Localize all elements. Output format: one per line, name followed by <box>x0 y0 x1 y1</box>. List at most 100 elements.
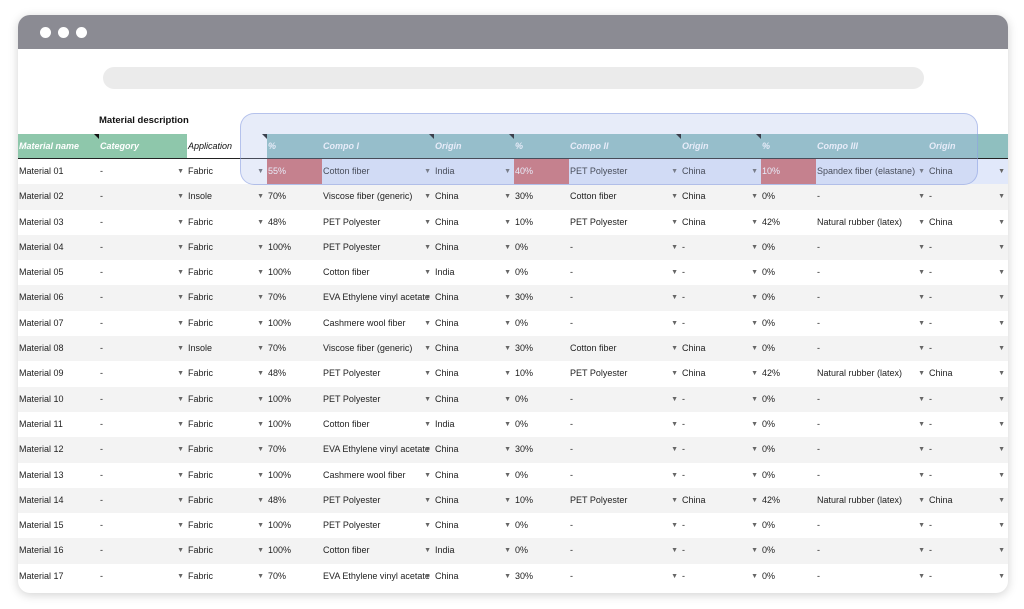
cell-application[interactable]: Insole ▼ <box>187 184 267 209</box>
cell-category[interactable]: - ▼ <box>99 210 187 235</box>
cell-origin-2[interactable]: China ▼ <box>681 488 761 513</box>
dropdown-caret-icon[interactable]: ▼ <box>177 210 184 235</box>
cell-material-name[interactable]: Material 06 <box>18 285 99 310</box>
cell-compo-2[interactable]: - ▼ <box>569 311 681 336</box>
cell-origin-1[interactable]: China ▼ <box>434 235 514 260</box>
dropdown-caret-icon[interactable]: ▼ <box>424 437 431 462</box>
dropdown-caret-icon[interactable]: ▼ <box>177 564 184 589</box>
dropdown-caret-icon[interactable]: ▼ <box>257 285 264 310</box>
cell-origin-1[interactable]: China ▼ <box>434 285 514 310</box>
dropdown-caret-icon[interactable]: ▼ <box>751 513 758 538</box>
dropdown-caret-icon[interactable]: ▼ <box>671 412 678 437</box>
cell-percent-3[interactable]: 42% <box>761 210 816 235</box>
dropdown-caret-icon[interactable]: ▼ <box>998 513 1005 538</box>
cell-percent-2[interactable]: 10% <box>514 488 569 513</box>
cell-origin-3[interactable]: - ▼ <box>928 387 1008 412</box>
dropdown-caret-icon[interactable]: ▼ <box>751 361 758 386</box>
cell-percent-2[interactable]: 0% <box>514 260 569 285</box>
cell-percent-3[interactable]: 0% <box>761 412 816 437</box>
dropdown-caret-icon[interactable]: ▼ <box>918 437 925 462</box>
dropdown-caret-icon[interactable]: ▼ <box>177 260 184 285</box>
cell-material-name[interactable]: Material 09 <box>18 361 99 386</box>
dropdown-caret-icon[interactable]: ▼ <box>504 210 511 235</box>
cell-percent-3[interactable]: 0% <box>761 437 816 462</box>
cell-compo-1[interactable]: Cashmere wool fiber ▼ <box>322 311 434 336</box>
cell-category[interactable]: - ▼ <box>99 513 187 538</box>
cell-origin-2[interactable]: - ▼ <box>681 463 761 488</box>
cell-origin-1[interactable]: China ▼ <box>434 311 514 336</box>
cell-application[interactable]: Fabric ▼ <box>187 412 267 437</box>
cell-percent-3[interactable]: 10% <box>761 159 816 185</box>
dropdown-caret-icon[interactable]: ▼ <box>177 235 184 260</box>
dropdown-caret-icon[interactable]: ▼ <box>177 387 184 412</box>
cell-percent-3[interactable]: 0% <box>761 184 816 209</box>
cell-application[interactable]: Fabric ▼ <box>187 387 267 412</box>
dropdown-caret-icon[interactable]: ▼ <box>257 412 264 437</box>
dropdown-caret-icon[interactable]: ▼ <box>671 285 678 310</box>
dropdown-caret-icon[interactable]: ▼ <box>504 463 511 488</box>
dropdown-caret-icon[interactable]: ▼ <box>504 513 511 538</box>
cell-percent-2[interactable]: 0% <box>514 538 569 563</box>
dropdown-caret-icon[interactable]: ▼ <box>424 564 431 589</box>
dropdown-caret-icon[interactable]: ▼ <box>177 488 184 513</box>
dropdown-caret-icon[interactable]: ▼ <box>918 513 925 538</box>
cell-compo-1[interactable]: EVA Ethylene vinyl acetate ▼ <box>322 285 434 310</box>
dropdown-caret-icon[interactable]: ▼ <box>751 184 758 209</box>
cell-material-name[interactable]: Material 16 <box>18 538 99 563</box>
column-header-application[interactable]: Application <box>187 134 267 158</box>
dropdown-caret-icon[interactable]: ▼ <box>998 235 1005 260</box>
cell-material-name[interactable]: Material 03 <box>18 210 99 235</box>
dropdown-caret-icon[interactable]: ▼ <box>751 437 758 462</box>
dropdown-caret-icon[interactable]: ▼ <box>177 361 184 386</box>
cell-origin-2[interactable]: China ▼ <box>681 159 761 185</box>
cell-origin-3[interactable]: China ▼ <box>928 361 1008 386</box>
cell-compo-2[interactable]: - ▼ <box>569 538 681 563</box>
dropdown-caret-icon[interactable]: ▼ <box>671 311 678 336</box>
cell-material-name[interactable]: Material 10 <box>18 387 99 412</box>
dropdown-caret-icon[interactable]: ▼ <box>257 513 264 538</box>
cell-compo-3[interactable]: - ▼ <box>816 184 928 209</box>
cell-category[interactable]: - ▼ <box>99 159 187 184</box>
dropdown-caret-icon[interactable]: ▼ <box>257 488 264 513</box>
cell-percent-3[interactable]: 0% <box>761 538 816 563</box>
cell-category[interactable]: - ▼ <box>99 311 187 336</box>
cell-origin-2[interactable]: - ▼ <box>681 437 761 462</box>
cell-origin-1[interactable]: China ▼ <box>434 513 514 538</box>
dropdown-caret-icon[interactable]: ▼ <box>504 184 511 209</box>
dropdown-caret-icon[interactable]: ▼ <box>918 159 925 184</box>
cell-material-name[interactable]: Material 08 <box>18 336 99 361</box>
cell-origin-2[interactable]: - ▼ <box>681 387 761 412</box>
dropdown-caret-icon[interactable]: ▼ <box>424 513 431 538</box>
column-header-percent-1[interactable]: % <box>267 134 322 158</box>
cell-application[interactable]: Fabric ▼ <box>187 210 267 235</box>
cell-application[interactable]: Fabric ▼ <box>187 538 267 563</box>
cell-category[interactable]: - ▼ <box>99 285 187 310</box>
cell-application[interactable]: Fabric ▼ <box>187 235 267 260</box>
cell-percent-1[interactable]: 70% <box>267 437 322 462</box>
dropdown-caret-icon[interactable]: ▼ <box>918 260 925 285</box>
dropdown-caret-icon[interactable]: ▼ <box>998 361 1005 386</box>
address-bar[interactable] <box>103 67 924 89</box>
dropdown-caret-icon[interactable]: ▼ <box>998 488 1005 513</box>
dropdown-caret-icon[interactable]: ▼ <box>751 463 758 488</box>
cell-compo-3[interactable]: - ▼ <box>816 285 928 310</box>
dropdown-caret-icon[interactable]: ▼ <box>424 387 431 412</box>
dropdown-caret-icon[interactable]: ▼ <box>998 437 1005 462</box>
dropdown-caret-icon[interactable]: ▼ <box>998 387 1005 412</box>
dropdown-caret-icon[interactable]: ▼ <box>998 210 1005 235</box>
dropdown-caret-icon[interactable]: ▼ <box>257 311 264 336</box>
cell-compo-1[interactable]: Cotton fiber ▼ <box>322 538 434 563</box>
cell-compo-2[interactable]: Cotton fiber ▼ <box>569 336 681 361</box>
cell-material-name[interactable]: Material 15 <box>18 513 99 538</box>
cell-percent-2[interactable]: 40% <box>514 159 569 185</box>
cell-percent-1[interactable]: 48% <box>267 361 322 386</box>
cell-material-name[interactable]: Material 07 <box>18 311 99 336</box>
cell-percent-3[interactable]: 0% <box>761 260 816 285</box>
cell-percent-3[interactable]: 0% <box>761 387 816 412</box>
cell-compo-3[interactable]: - ▼ <box>816 336 928 361</box>
dropdown-caret-icon[interactable]: ▼ <box>751 235 758 260</box>
cell-compo-1[interactable]: PET Polyester ▼ <box>322 387 434 412</box>
dropdown-caret-icon[interactable]: ▼ <box>998 184 1005 209</box>
cell-category[interactable]: - ▼ <box>99 412 187 437</box>
cell-compo-2[interactable]: PET Polyester ▼ <box>569 159 681 185</box>
